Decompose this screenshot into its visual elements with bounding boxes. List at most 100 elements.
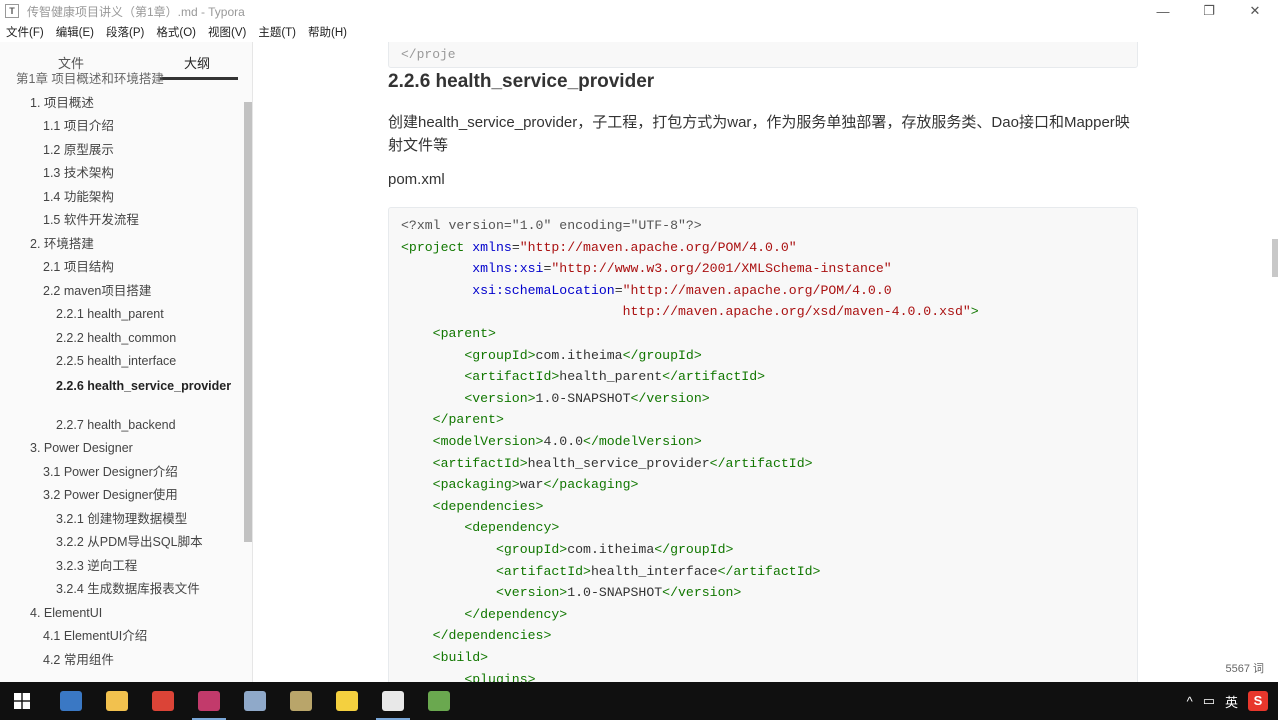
tray-chevron-icon[interactable]: ^ bbox=[1187, 694, 1193, 709]
editor[interactable]: </proje 2.2.6 health_service_provider 创建… bbox=[254, 42, 1278, 682]
menu-edit[interactable]: 编辑(E) bbox=[50, 24, 100, 40]
outline-item[interactable]: 1.5 软件开发流程 bbox=[0, 209, 244, 233]
maximize-button[interactable]: ❐ bbox=[1186, 0, 1232, 22]
code-line: <modelVersion>4.0.0</modelVersion> bbox=[401, 431, 702, 453]
menu-view[interactable]: 视图(V) bbox=[202, 24, 252, 40]
code-line: <artifactId>health_interface</artifactId… bbox=[401, 561, 820, 583]
code-token: <project bbox=[401, 239, 473, 255]
taskbar-app-notepad[interactable] bbox=[416, 682, 462, 720]
taskbar-app-people[interactable] bbox=[48, 682, 94, 720]
code-token: "http://maven.apache.org/POM/4.0.0 bbox=[622, 282, 892, 298]
outline-item[interactable]: 2.2.1 health_parent bbox=[0, 303, 244, 327]
outline-item[interactable]: 2.2.5 health_interface bbox=[0, 350, 244, 374]
outline-item[interactable]: 1.1 项目介绍 bbox=[0, 115, 244, 139]
outline-item[interactable]: 1.4 功能架构 bbox=[0, 186, 244, 210]
outline-item[interactable]: 2.2.6 health_service_provider bbox=[0, 374, 244, 414]
code-token: <dependency> bbox=[464, 520, 560, 536]
menu-bar: 文件(F) 编辑(E) 段落(P) 格式(O) 视图(V) 主题(T) 帮助(H… bbox=[0, 22, 1278, 42]
window-controls: — ❐ ✕ bbox=[1140, 0, 1278, 22]
close-button[interactable]: ✕ bbox=[1232, 0, 1278, 22]
outline-item[interactable]: 4.1 ElementUI介绍 bbox=[0, 625, 244, 649]
pom-label: pom.xml bbox=[388, 171, 445, 188]
code-line: <dependency> bbox=[401, 517, 559, 539]
taskbar-app-chrome[interactable] bbox=[140, 682, 186, 720]
code-token: <parent> bbox=[432, 326, 496, 341]
windows-start-button[interactable] bbox=[0, 682, 44, 720]
code-token: <groupId> bbox=[495, 542, 568, 557]
outline-item[interactable]: 3. Power Designer bbox=[0, 437, 244, 461]
code-token: </dependency> bbox=[464, 606, 568, 622]
code-token: <artifactId> bbox=[495, 563, 591, 579]
sticky-app-icon bbox=[336, 691, 358, 711]
outline-item[interactable]: 3.2 Power Designer使用 bbox=[0, 484, 244, 508]
outline-item[interactable]: 3.2.2 从PDM导出SQL脚本 bbox=[0, 531, 244, 555]
code-block[interactable]: <?xml version="1.0" encoding="UTF-8"?> <p… bbox=[388, 207, 1138, 682]
menu-format[interactable]: 格式(O) bbox=[150, 24, 202, 40]
menu-file[interactable]: 文件(F) bbox=[0, 24, 50, 40]
outline-item[interactable]: 2.2.7 health_backend bbox=[0, 414, 244, 438]
outline-item[interactable]: 4. ElementUI bbox=[0, 602, 244, 626]
taskbar-app-file-explorer[interactable] bbox=[94, 682, 140, 720]
chrome-icon bbox=[152, 691, 174, 711]
code-token: = bbox=[511, 239, 520, 255]
code-line: </dependency> bbox=[401, 604, 567, 626]
menu-help[interactable]: 帮助(H) bbox=[302, 24, 353, 40]
outline-item[interactable]: 3.2.4 生成数据库报表文件 bbox=[0, 578, 244, 602]
outline-item[interactable]: 2.2 maven项目搭建 bbox=[0, 280, 244, 304]
code-token: <build> bbox=[432, 650, 489, 665]
menu-paragraph[interactable]: 段落(P) bbox=[100, 24, 150, 40]
taskbar-app-typora[interactable] bbox=[370, 682, 416, 720]
sogou-input-icon[interactable]: S bbox=[1248, 691, 1268, 711]
word-count[interactable]: 5567 词 bbox=[1225, 660, 1264, 676]
code-token: <dependencies> bbox=[432, 498, 544, 514]
code-line: <version>1.0-SNAPSHOT</version> bbox=[401, 388, 709, 410]
code-line: <packaging>war</packaging> bbox=[401, 474, 639, 496]
taskbar-app-intellij-idea[interactable] bbox=[186, 682, 232, 720]
outline-item[interactable]: 第1章 项目概述和环境搭建 bbox=[0, 68, 244, 92]
editor-scrollbar[interactable] bbox=[1272, 239, 1278, 277]
code-token: com.itheima bbox=[567, 542, 655, 557]
code-token: 4.0.0 bbox=[543, 434, 584, 449]
code-token: </dependencies> bbox=[432, 628, 552, 644]
input-method-icon[interactable]: ▭ bbox=[1203, 693, 1215, 709]
code-line: <plugins> bbox=[401, 669, 535, 682]
taskbar-app-app-window[interactable] bbox=[278, 682, 324, 720]
code-line: <groupId>com.itheima</groupId> bbox=[401, 539, 733, 561]
outline-item[interactable]: 1.3 技术架构 bbox=[0, 162, 244, 186]
taskbar-apps bbox=[48, 682, 462, 720]
windows-logo-icon bbox=[14, 693, 30, 709]
outline-item[interactable]: 2. 环境搭建 bbox=[0, 233, 244, 257]
code-token: </packaging> bbox=[543, 477, 639, 493]
taskbar-app-paint[interactable] bbox=[232, 682, 278, 720]
code-line: <build> bbox=[401, 647, 488, 669]
outline-item[interactable]: 1.2 原型展示 bbox=[0, 139, 244, 163]
code-token: <modelVersion> bbox=[432, 434, 544, 449]
taskbar-app-sticky-app[interactable] bbox=[324, 682, 370, 720]
outline-item[interactable]: 3.2.1 创建物理数据模型 bbox=[0, 508, 244, 532]
sidebar-scrollbar[interactable] bbox=[244, 102, 252, 542]
outline-item[interactable]: 2.1 项目结构 bbox=[0, 256, 244, 280]
outline-item[interactable]: 3.1 Power Designer介绍 bbox=[0, 461, 244, 485]
minimize-button[interactable]: — bbox=[1140, 0, 1186, 22]
window-title: 传智健康项目讲义（第1章）.md - Typora bbox=[27, 4, 245, 19]
previous-code-tail: </proje bbox=[401, 47, 456, 62]
outline-item[interactable]: 4.2 常用组件 bbox=[0, 649, 244, 673]
outline-item[interactable]: 2.2.2 health_common bbox=[0, 327, 244, 351]
code-token: http://maven.apache.org/xsd/maven-4.0.0.… bbox=[401, 304, 971, 320]
language-indicator[interactable]: 英 bbox=[1225, 692, 1238, 711]
typora-icon bbox=[382, 691, 404, 711]
code-token: </groupId> bbox=[622, 347, 702, 363]
outline-item[interactable]: 3.2.3 逆向工程 bbox=[0, 555, 244, 579]
code-token: </artifactId> bbox=[717, 563, 821, 579]
outline-item[interactable]: 1. 项目概述 bbox=[0, 92, 244, 116]
menu-theme[interactable]: 主题(T) bbox=[252, 24, 302, 40]
